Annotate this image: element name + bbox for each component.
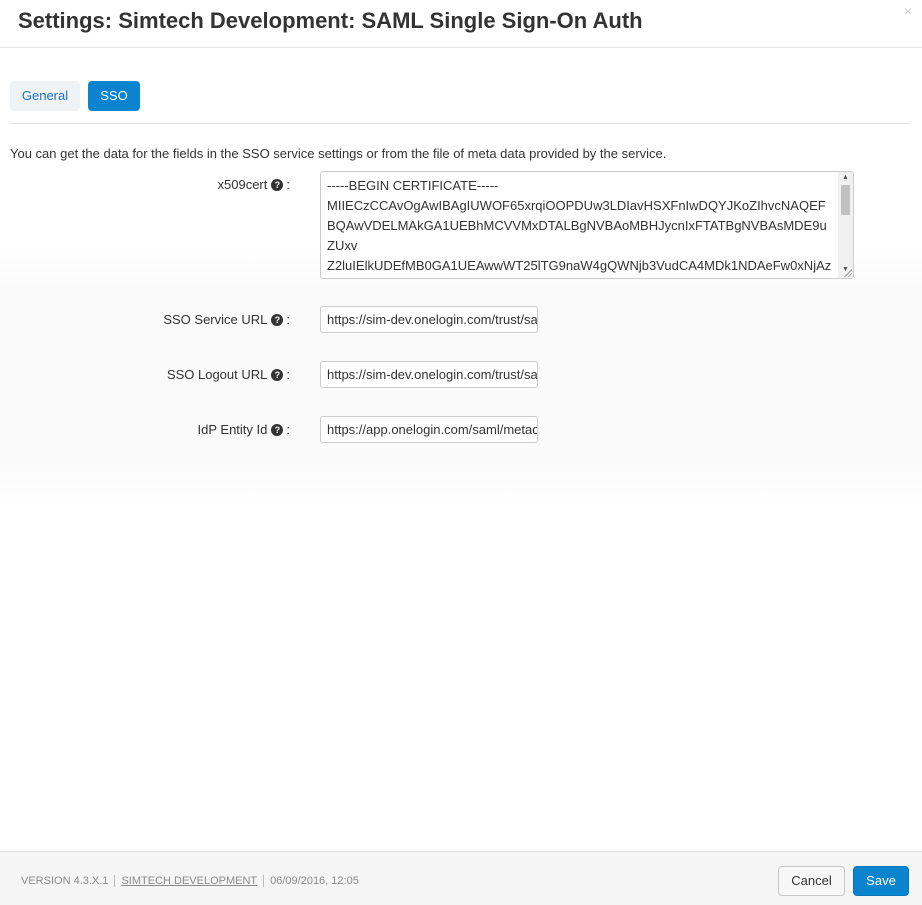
sso-logout-url-label: SSO Logout URL?: <box>0 367 290 382</box>
cert-line: BQAwVDELMAkGA1UEBhMCVVMxDTALBgNVBAoMBHJy… <box>327 218 827 233</box>
help-icon[interactable]: ? <box>271 368 284 381</box>
help-icon[interactable]: ? <box>271 423 284 436</box>
tabs-divider <box>10 123 910 124</box>
company-link[interactable]: SIMTECH DEVELOPMENT <box>121 875 257 887</box>
cert-line: Z2luIElkUDEfMB0GA1UEAwwWT25lTG9naW4gQWNj… <box>327 258 832 273</box>
idp-entity-id-input[interactable]: https://app.onelogin.com/saml/metadata <box>320 416 538 443</box>
tab-sso[interactable]: SSO <box>88 81 140 111</box>
idp-entity-id-label: IdP Entity Id?: <box>0 422 290 437</box>
cert-line: ZUxv <box>327 238 358 253</box>
resize-grip-icon[interactable] <box>844 269 852 277</box>
x509cert-value[interactable]: -----BEGIN CERTIFICATE----- MIIECzCCAvOg… <box>327 176 837 276</box>
version-text: VERSION 4.3.X.1 <box>21 875 109 887</box>
dialog-footer: VERSION 4.3.X.1 SIMTECH DEVELOPMENT 06/09/… <box>0 851 922 905</box>
x509cert-label: x509cert?: <box>0 177 291 192</box>
x509cert-textarea[interactable]: -----BEGIN CERTIFICATE----- MIIECzCCAvOg… <box>320 171 854 279</box>
label-colon: : <box>286 312 290 327</box>
dialog-body: General SSO You can get the data for the… <box>0 48 922 851</box>
save-button[interactable]: Save <box>853 866 909 896</box>
idp-entity-id-label-text: IdP Entity Id <box>197 422 268 437</box>
cert-line: -----BEGIN CERTIFICATE----- <box>327 178 499 193</box>
datetime-text: 06/09/2016, 12:05 <box>270 875 359 887</box>
intro-text: You can get the data for the fields in t… <box>10 146 667 161</box>
scroll-up-arrow-icon[interactable]: ▲ <box>838 172 853 184</box>
sso-service-url-label-text: SSO Service URL <box>163 312 268 327</box>
x509cert-label-text: x509cert <box>217 177 268 192</box>
footer-info: VERSION 4.3.X.1 SIMTECH DEVELOPMENT 06/09/… <box>21 875 359 888</box>
tab-general[interactable]: General <box>10 81 80 111</box>
dialog-header: Settings: Simtech Development: SAML Sing… <box>0 0 922 48</box>
cancel-button[interactable]: Cancel <box>778 866 845 896</box>
footer-separator <box>114 875 116 888</box>
scroll-thumb[interactable] <box>841 185 850 215</box>
cert-line: MIIECzCCAvOgAwIBAgIUWOF65xrqiOOPDUw3LDIa… <box>327 198 826 213</box>
close-icon[interactable]: × <box>904 3 912 19</box>
label-colon: : <box>286 367 290 382</box>
sso-logout-url-input[interactable]: https://sim-dev.onelogin.com/trust/saml2… <box>320 361 538 388</box>
help-icon[interactable]: ? <box>271 178 284 191</box>
sso-service-url-label: SSO Service URL?: <box>0 312 290 327</box>
label-colon: : <box>286 177 290 192</box>
sso-service-url-input[interactable]: https://sim-dev.onelogin.com/trust/saml2… <box>320 306 538 333</box>
sso-logout-url-label-text: SSO Logout URL <box>166 367 268 382</box>
help-icon[interactable]: ? <box>271 313 284 326</box>
footer-separator <box>263 875 265 888</box>
dialog-title: Settings: Simtech Development: SAML Sing… <box>18 8 643 33</box>
textarea-scrollbar[interactable]: ▲ ▼ <box>838 172 853 278</box>
label-colon: : <box>286 422 290 437</box>
